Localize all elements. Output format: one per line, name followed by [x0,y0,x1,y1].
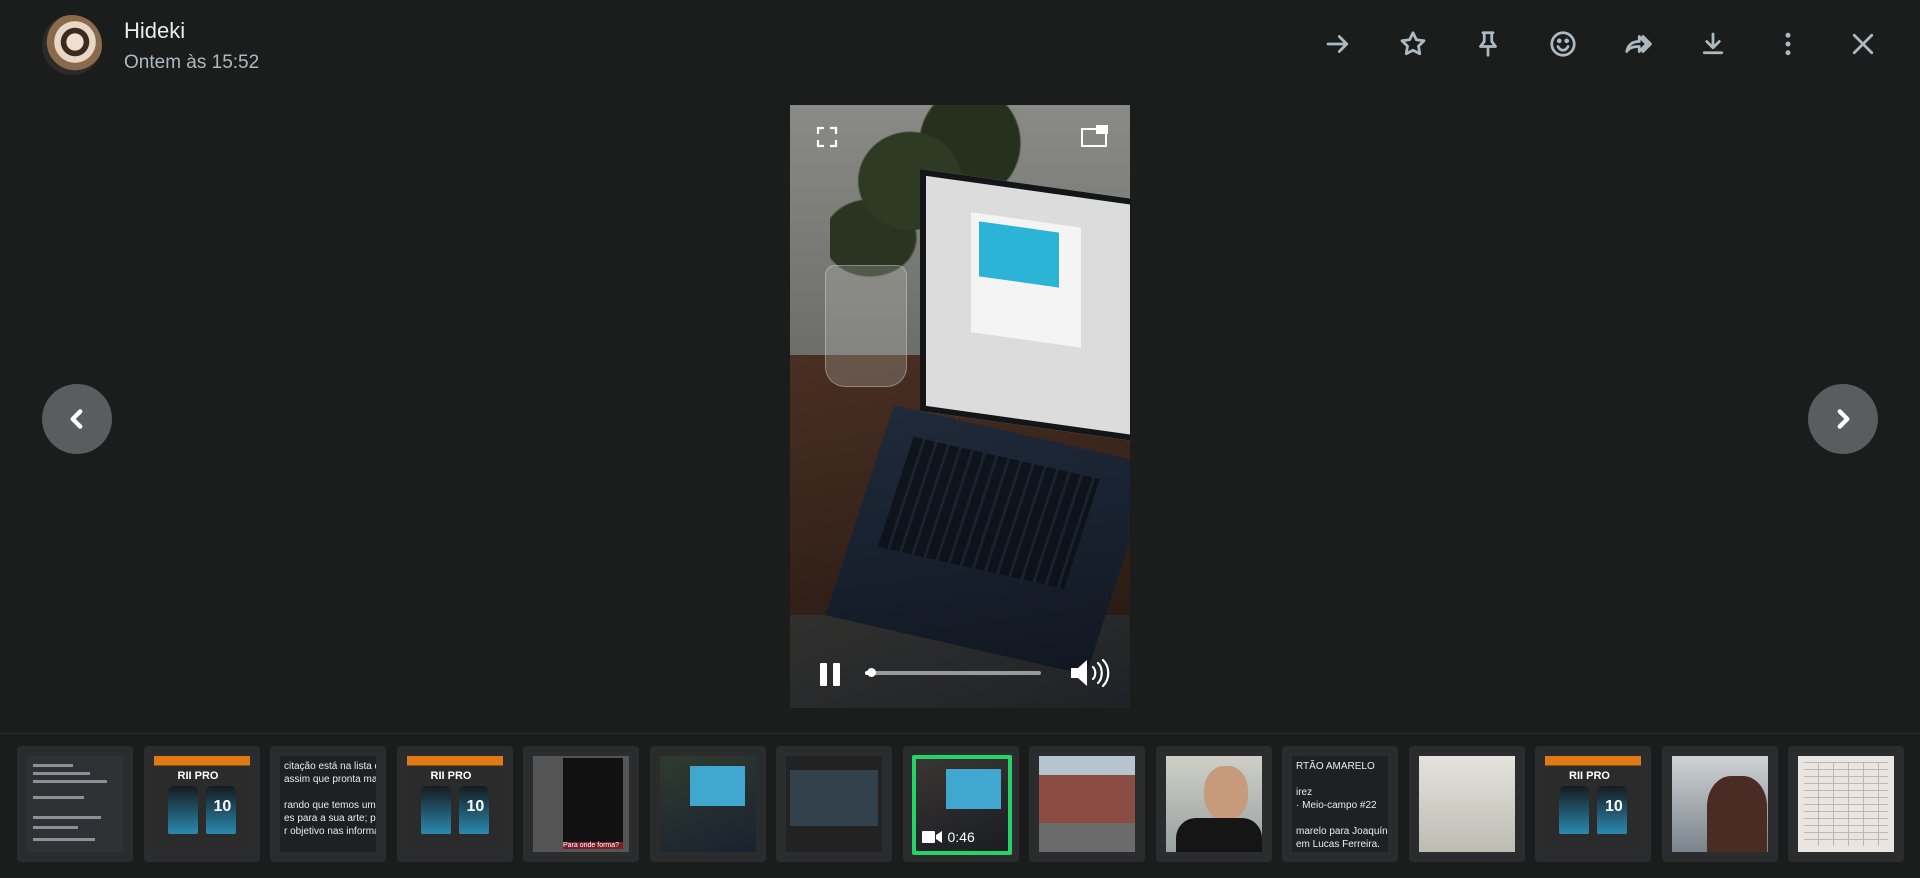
thumbnail-text-line: irez [1296,787,1313,798]
media-thumbnail[interactable]: RII PRO 10 [143,746,260,862]
close-icon[interactable] [1845,26,1881,62]
thumbnail-text-line: assim que pronta mandare [284,774,376,785]
jersey-number: 10 [213,798,232,815]
thumbnail-image: 0:46 [911,755,1012,855]
doc-line [33,772,90,775]
thumbnail-screen [945,769,1001,809]
doc-line [33,826,78,829]
thumbnail-caption: Para onde forma? [563,842,623,849]
thumbnail-screen [689,766,745,806]
media-thumbnail[interactable] [1661,746,1778,862]
picture-in-picture-icon[interactable] [1080,123,1110,149]
thumbnail-image [1039,756,1135,852]
media-thumbnail[interactable]: 0:46 [902,746,1019,862]
jersey-number: 10 [1605,798,1623,815]
video-duration: 0:46 [947,829,975,845]
jersey-number: 10 [466,798,485,815]
jersey-shape [167,786,198,834]
thumbnail-image: RTÃO AMARELO irez · Meio-campo #22 marelo… [1292,756,1388,852]
pause-icon [820,663,827,686]
thumbnail-image: citação está na lista de assim que pront… [280,756,376,852]
contact-name: Hideki [124,18,186,43]
thumbnail-image [1671,756,1768,852]
video-duration-badge: 0:46 [921,829,975,845]
fullscreen-icon[interactable] [815,125,839,149]
media-thumbnail[interactable] [776,746,892,862]
thumbnail-text-line: r objetivo nas informações. [284,826,376,837]
pause-button[interactable] [816,659,846,689]
thumbnail-text-line [284,786,372,799]
video-frame-glass [825,265,907,387]
jersey-logo-text: RII PRO [177,770,219,782]
previous-media-button[interactable] [42,384,112,454]
volume-icon[interactable] [1068,657,1110,689]
jersey-logo-text: RII PRO [430,770,472,782]
thumbnail-image [27,756,123,852]
thumbnail-text-line: · Meio-campo #22 [1296,800,1377,811]
jersey-shape [420,786,451,834]
thumbnail-text-line [1296,812,1384,825]
thumbnail-image: RII PRO 10 [153,756,250,852]
viewer-header: Hideki Ontem às 15:52 [0,0,1920,92]
avatar[interactable] [42,15,102,75]
thumbnail-image [659,756,756,852]
chevron-left-icon [70,409,83,429]
arrow-right-icon[interactable] [1320,26,1356,62]
media-thumbnail[interactable]: RII PRO 10 [1535,746,1651,862]
video-player[interactable] [790,105,1130,708]
thumbnail-screen [790,770,878,826]
thumbnail-person-head [1203,766,1248,820]
media-thumbnail[interactable] [1408,746,1525,862]
thumbnail-image [786,756,882,852]
media-thumbnail[interactable]: RII PRO 10 [396,746,513,862]
more-vertical-icon[interactable] [1770,26,1806,62]
thumbnail-image: Para onde forma? [533,756,629,852]
media-thumbnail[interactable]: RTÃO AMARELO irez · Meio-campo #22 marelo… [1282,746,1398,862]
thumbnail-image: RII PRO 10 [1545,756,1641,852]
forward-icon[interactable] [1620,26,1656,62]
emoji-icon[interactable] [1545,26,1581,62]
thumbnail-screen [563,758,623,844]
doc-line [33,816,101,819]
thumbnail-image [1165,756,1262,852]
thumbnail-text-line: es para a sua arte; portanto [284,813,376,824]
media-thumbnail[interactable]: Para onde forma? [523,746,639,862]
media-thumbnail[interactable] [649,746,766,862]
media-thumbnail[interactable] [1155,746,1272,862]
chevron-right-icon [1837,409,1850,429]
star-icon[interactable] [1395,26,1431,62]
thumbnail-person-hair [1706,776,1767,852]
jersey-logo-text: RII PRO [1569,770,1610,782]
message-timestamp: Ontem às 15:52 [124,52,260,73]
thumbnail-person-body [1175,818,1262,852]
thumbnail-text-line: RTÃO AMARELO [1296,761,1375,772]
doc-line [33,838,95,841]
pin-icon[interactable] [1470,26,1506,62]
media-thumbnail[interactable] [17,746,133,862]
thumbnail-text-line: marelo para Joaquín Piquerez por [1296,826,1388,837]
doc-line [33,764,73,767]
video-camera-icon [921,831,942,843]
jersey-shape [1559,786,1589,834]
thumbnail-paper-grid [1804,762,1888,846]
thumbnail-text-line: rando que temos um limite [284,800,376,811]
media-thumbnail[interactable] [1029,746,1145,862]
video-frame-laptop-screen [920,169,1130,443]
next-media-button[interactable] [1808,384,1878,454]
media-thumbnail-strip: RII PRO 10 citação está na lista de assim … [0,733,1920,878]
media-thumbnail[interactable] [1788,746,1904,862]
video-progress-bar[interactable] [865,668,1041,677]
media-thumbnail[interactable]: citação está na lista de assim que pront… [270,746,386,862]
doc-line [33,796,84,799]
thumbnail-text-line [1296,773,1384,786]
thumbnail-image [1418,756,1515,852]
doc-line [33,780,107,783]
thumbnail-image [1798,756,1894,852]
video-progress-handle[interactable] [866,668,876,677]
download-icon[interactable] [1695,26,1731,62]
thumbnail-image: RII PRO 10 [406,756,503,852]
thumbnail-text-line: citação está na lista de [284,761,376,772]
thumbnail-text-line: em Lucas Ferreira. [1296,839,1380,850]
